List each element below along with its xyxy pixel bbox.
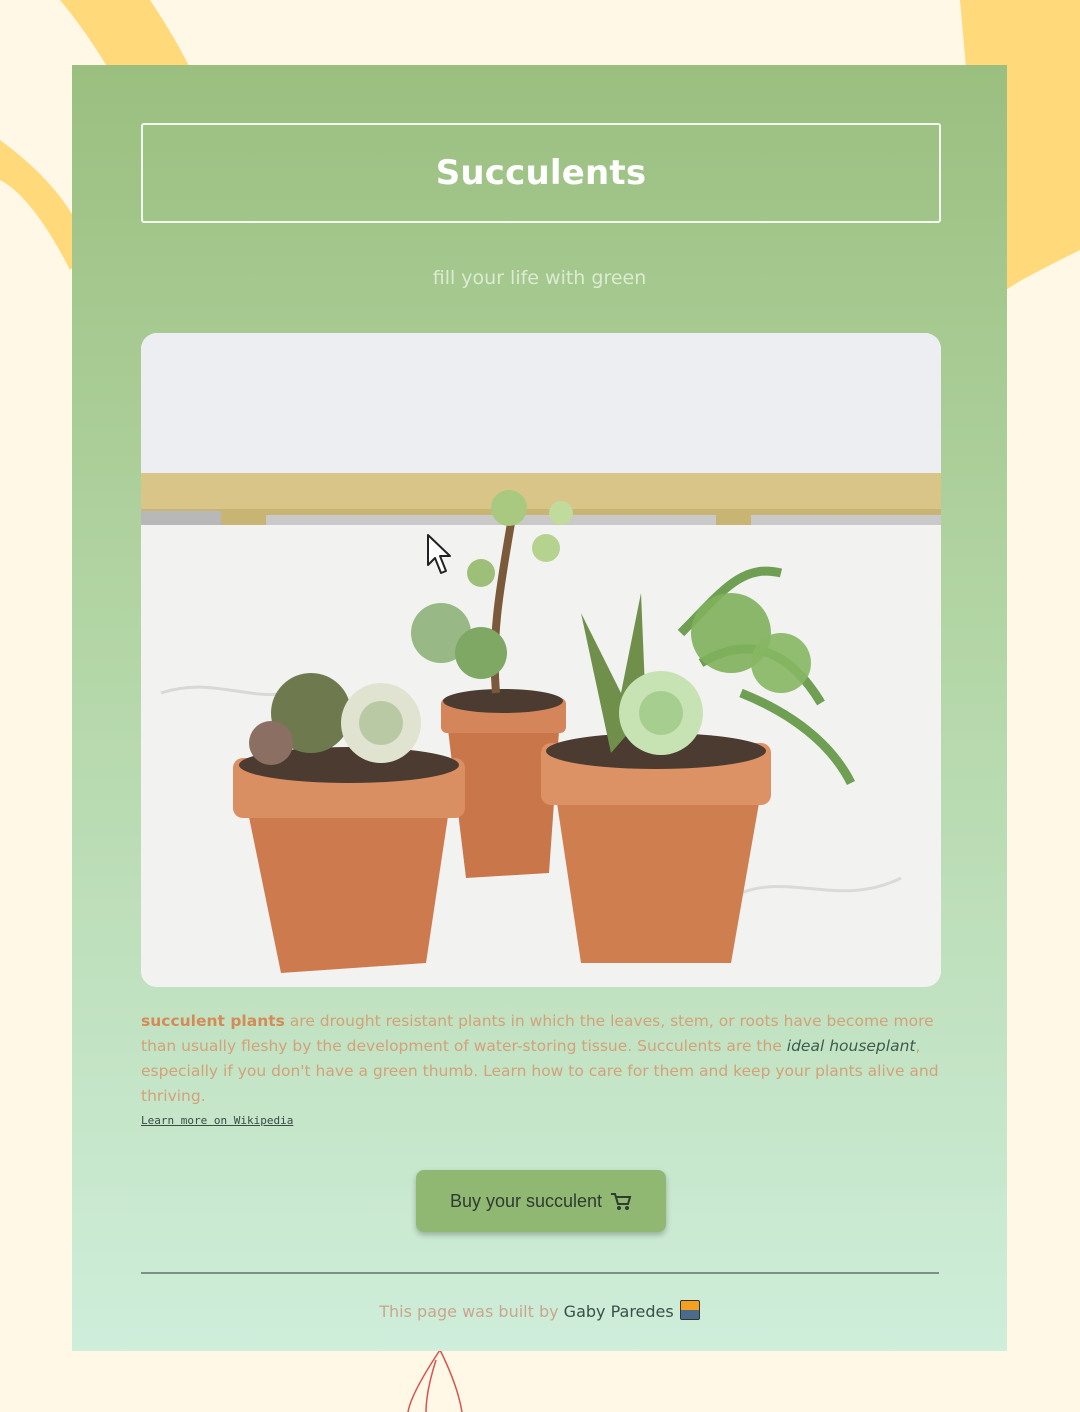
description-emphasis: ideal houseplant <box>786 1037 916 1055</box>
cart-icon <box>611 1193 632 1210</box>
author-name: Gaby Paredes <box>563 1302 674 1321</box>
wikipedia-link[interactable]: Learn more on Wikipedia <box>141 1114 293 1127</box>
succulent-pots-image <box>141 333 941 987</box>
footer-prefix: This page was built by <box>379 1302 564 1321</box>
buy-button-label: Buy your succulent <box>449 1190 603 1211</box>
avatar-icon <box>679 1300 700 1320</box>
description: succulent plants are drought resistant p… <box>141 1009 947 1109</box>
divider <box>141 1272 939 1274</box>
buy-button[interactable]: Buy your succulent <box>416 1170 666 1232</box>
title-box: Succulents <box>141 123 941 223</box>
footer: This page was built by Gaby Paredes <box>72 1300 1007 1321</box>
page-title: Succulents <box>435 153 647 193</box>
page-subtitle: fill your life with green <box>432 267 647 289</box>
mouse-cursor-icon <box>427 534 451 574</box>
description-strong: succulent plants <box>141 1012 285 1030</box>
main-card: Succulents fill your life with green suc… <box>72 65 1007 1351</box>
succulents-photo <box>141 333 941 987</box>
